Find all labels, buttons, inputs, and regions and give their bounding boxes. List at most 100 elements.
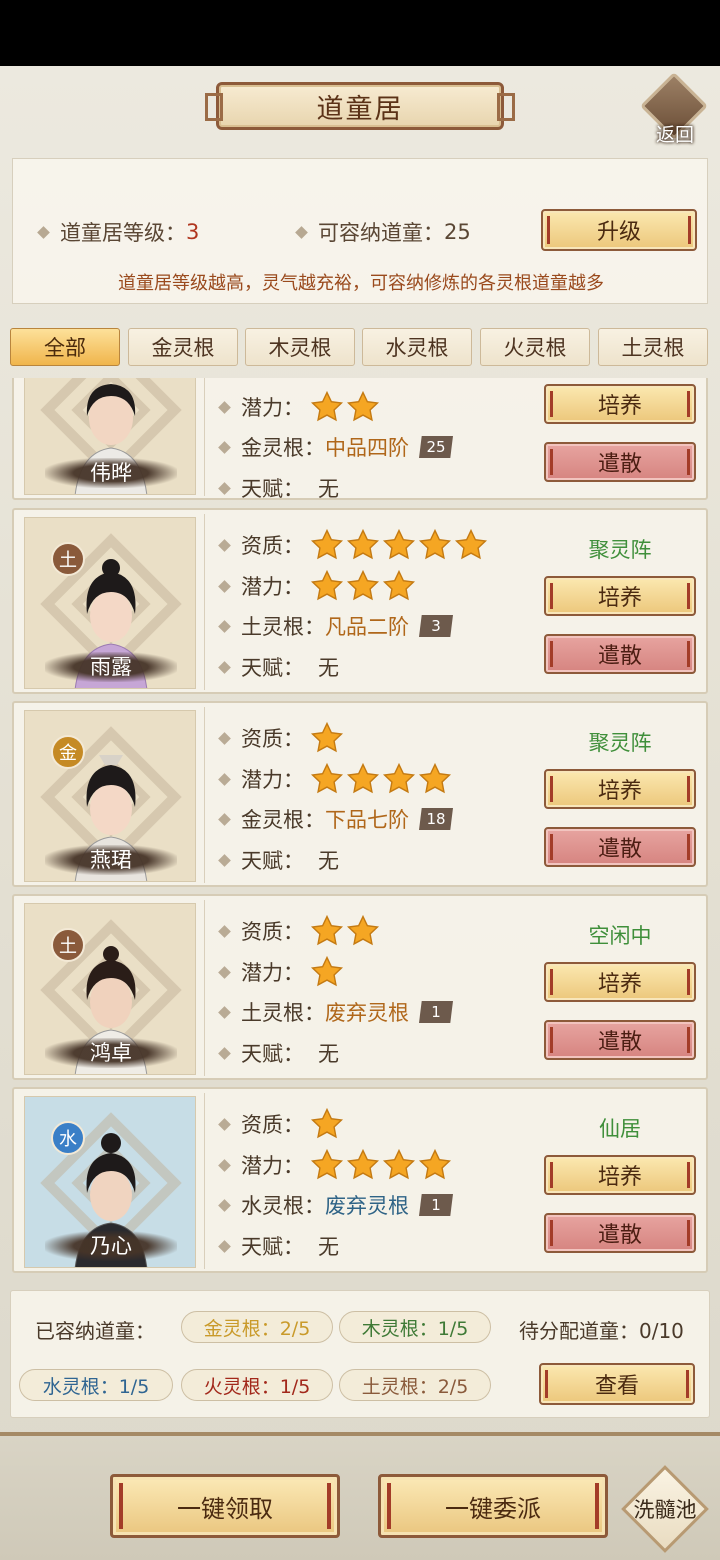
tab-mu[interactable]: 木灵根 <box>245 328 355 366</box>
info-description: 道童居等级越高，灵气越充裕，可容纳修炼的各灵根道童越多 <box>118 273 604 294</box>
talent-label: 天赋： <box>241 477 304 501</box>
aptitude-label: 资质： <box>241 1113 304 1137</box>
diamond-icon <box>218 538 231 552</box>
capacity-value: 25 <box>444 220 471 244</box>
aptitude-label: 资质： <box>241 534 304 558</box>
train-button[interactable]: 培养 <box>544 1155 696 1195</box>
divider <box>204 1093 205 1269</box>
star-icon <box>346 569 380 601</box>
level-row: 道童居等级： 3 <box>37 217 199 247</box>
train-button[interactable]: 培养 <box>544 384 696 424</box>
attributes: 资质： 潜力： 土灵根： 废弃灵根 1 天赋： 无 <box>214 896 544 1082</box>
potential-stars <box>310 762 454 796</box>
wash-pool-button[interactable]: 洗髓池 <box>621 1465 709 1553</box>
talent-row: 天赋： 无 <box>218 473 339 503</box>
train-button[interactable]: 培养 <box>544 576 696 616</box>
collect-all-button[interactable]: 一键领取 <box>110 1474 340 1538</box>
potential-stars <box>310 955 346 989</box>
diamond-icon <box>218 1046 231 1060</box>
root-level-badge: 25 <box>419 436 453 458</box>
potential-label: 潜力： <box>241 1154 304 1178</box>
star-icon <box>382 528 416 560</box>
diamond-icon <box>295 225 308 239</box>
aptitude-row: 资质： <box>218 721 346 753</box>
element-badge: 土 <box>51 928 85 962</box>
divider <box>204 900 205 1076</box>
star-icon <box>382 1148 416 1180</box>
root-grade: 下品七阶 <box>325 808 409 832</box>
root-grade: 凡品二阶 <box>325 615 409 639</box>
dismiss-button[interactable]: 遣散 <box>544 442 696 482</box>
potential-label: 潜力： <box>241 961 304 985</box>
divider <box>204 707 205 883</box>
potential-label: 潜力： <box>241 768 304 792</box>
root-level-badge: 1 <box>419 1001 453 1023</box>
star-icon <box>418 1148 452 1180</box>
tab-tu[interactable]: 土灵根 <box>598 328 708 366</box>
star-icon <box>310 721 344 753</box>
potential-label: 潜力： <box>241 575 304 599</box>
disciple-name: 伟晔 <box>45 458 177 488</box>
diamond-icon <box>218 924 231 938</box>
level-label: 道童居等级： <box>60 221 186 245</box>
train-button[interactable]: 培养 <box>544 962 696 1002</box>
back-button[interactable]: 返回 <box>640 72 710 148</box>
tu-count-pill: 土灵根：2/5 <box>339 1369 491 1401</box>
star-icon <box>310 569 344 601</box>
dismiss-button[interactable]: 遣散 <box>544 1213 696 1253</box>
talent-label: 天赋： <box>241 1235 304 1259</box>
disciple-card: 土 鸿卓 资质： 潜力： 土灵根： 废弃灵根 1 天赋： 无 空闲中 培养 遣散 <box>12 894 708 1080</box>
element-badge: 土 <box>51 542 85 576</box>
disciple-portrait[interactable]: 水 乃心 <box>24 1096 196 1268</box>
dismiss-button[interactable]: 遣散 <box>544 1020 696 1060</box>
tab-shui[interactable]: 水灵根 <box>362 328 472 366</box>
aptitude-label: 资质： <box>241 727 304 751</box>
root-grade: 中品四阶 <box>325 436 409 460</box>
diamond-icon <box>218 1198 231 1212</box>
disciple-portrait[interactable]: 土 鸿卓 <box>24 903 196 1075</box>
mu-count-pill: 木灵根：1/5 <box>339 1311 491 1343</box>
aptitude-row: 资质： <box>218 528 490 560</box>
talent-label: 天赋： <box>241 849 304 873</box>
diamond-icon <box>218 660 231 674</box>
disciple-portrait[interactable]: 金 燕珺 <box>24 710 196 882</box>
potential-row: 潜力： <box>218 1148 454 1180</box>
page-title-plate: 道童居 <box>205 82 515 130</box>
root-grade: 废弃灵根 <box>325 1001 409 1025</box>
tab-jin[interactable]: 金灵根 <box>128 328 238 366</box>
potential-label: 潜力： <box>241 396 304 420</box>
root-label: 土灵根： <box>241 1001 325 1025</box>
talent-label: 天赋： <box>241 1042 304 1066</box>
star-icon <box>418 762 452 794</box>
star-icon <box>346 390 380 422</box>
star-icon <box>346 762 380 794</box>
train-button[interactable]: 培养 <box>544 769 696 809</box>
dismiss-button[interactable]: 遣散 <box>544 634 696 674</box>
element-badge: 金 <box>51 735 85 769</box>
tab-all[interactable]: 全部 <box>10 328 120 366</box>
potential-row: 潜力： <box>218 955 346 989</box>
disciple-portrait[interactable]: 土 雨露 <box>24 517 196 689</box>
upgrade-button[interactable]: 升级 <box>541 209 697 251</box>
assign-all-button[interactable]: 一键委派 <box>378 1474 608 1538</box>
disciple-name: 鸿卓 <box>45 1038 177 1068</box>
talent-row: 天赋： 无 <box>218 1038 339 1068</box>
root-row: 金灵根： 中品四阶 25 <box>218 432 453 462</box>
attributes: 资质： 潜力： 水灵根： 废弃灵根 1 天赋： 无 <box>214 1089 544 1275</box>
aptitude-row: 资质： <box>218 914 382 946</box>
diamond-icon <box>218 1005 231 1019</box>
talent-row: 天赋： 无 <box>218 1231 339 1261</box>
tab-huo[interactable]: 火灵根 <box>480 328 590 366</box>
talent-label: 天赋： <box>241 656 304 680</box>
disciple-list[interactable]: 伟晔 潜力： 金灵根： 中品四阶 25 天赋： 无 培养 遣散 土 雨露 资质：… <box>12 378 708 1278</box>
disciple-card: 水 乃心 资质： 潜力： 水灵根： 废弃灵根 1 天赋： 无 仙居 培养 遣散 <box>12 1087 708 1273</box>
view-button[interactable]: 查看 <box>539 1363 695 1405</box>
dismiss-button[interactable]: 遣散 <box>544 827 696 867</box>
root-label: 金灵根： <box>241 436 325 460</box>
root-label: 土灵根： <box>241 615 325 639</box>
diamond-icon <box>218 1239 231 1253</box>
talent-value: 无 <box>318 849 339 873</box>
disciple-portrait[interactable]: 伟晔 <box>24 378 196 495</box>
status-bar <box>0 0 720 66</box>
huo-count-pill: 火灵根：1/5 <box>181 1369 333 1401</box>
